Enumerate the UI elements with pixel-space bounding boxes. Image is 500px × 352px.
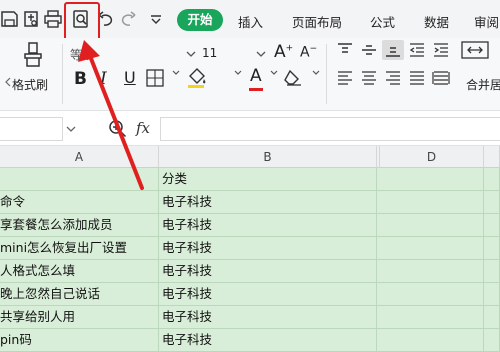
annotation-arrow: [78, 40, 144, 190]
